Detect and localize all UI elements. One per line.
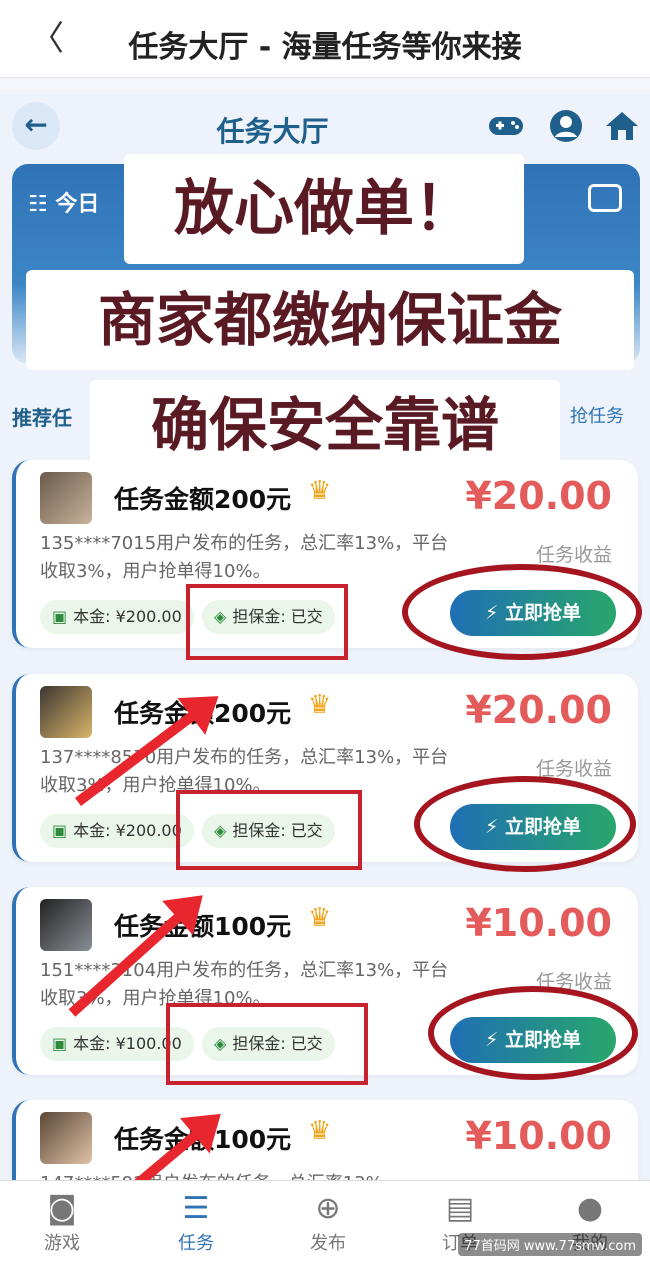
- task-card: 任务金额100元 ♛ ¥10.00 147****592用户发布的任务，总汇率1…: [12, 1100, 638, 1180]
- list-icon: ☰: [182, 1191, 210, 1226]
- task-price: ¥20.00: [465, 688, 612, 732]
- task-description: 135****7015用户发布的任务，总汇率13%，平台收取3%，用户抢单得10…: [40, 533, 449, 582]
- avatar: [40, 686, 92, 738]
- tab-recommended[interactable]: 推荐任: [12, 402, 72, 431]
- task-price: ¥20.00: [465, 474, 612, 518]
- plus-icon: ⊕: [315, 1191, 341, 1226]
- annotation-ellipse: [428, 986, 638, 1080]
- annotation-box: [176, 790, 362, 870]
- annotation-ellipse: [414, 776, 636, 872]
- annotation-ellipse: [402, 564, 642, 660]
- crown-icon: ♛: [308, 476, 332, 506]
- page-title: 任务大厅 - 海量任务等你来接: [128, 30, 522, 65]
- cash-icon: ▣: [52, 607, 68, 626]
- tab-publish[interactable]: ⊕ 发布: [278, 1189, 378, 1255]
- person-icon: ●: [576, 1191, 604, 1226]
- checklist-icon: ☷: [28, 192, 56, 217]
- user-circle-icon[interactable]: [546, 106, 586, 146]
- home-icon[interactable]: [602, 106, 642, 146]
- avatar: [40, 472, 92, 524]
- wallet-icon[interactable]: [588, 184, 622, 212]
- principal-badge: ▣ 本金: ¥200.00: [40, 600, 194, 634]
- annotation-box: [166, 1003, 368, 1085]
- banner-label: ☷ 今日: [28, 192, 100, 217]
- crown-icon: ♛: [308, 903, 332, 933]
- top-navigation-bar: 〈 任务大厅 - 海量任务等你来接: [0, 0, 650, 78]
- gamepad-icon: ◙: [47, 1191, 77, 1226]
- cash-icon: ▣: [52, 1034, 68, 1053]
- gamepad-icon[interactable]: [486, 106, 526, 146]
- bottom-tab-bar: ◙ 游戏 ☰ 任务 ⊕ 发布 ▤ 订单 ● 我的 77首码网 www.77smw.com: [0, 1180, 650, 1262]
- crown-icon: ♛: [308, 1116, 332, 1146]
- tab-tasks[interactable]: ☰ 任务: [146, 1189, 246, 1255]
- task-title: 任务金额200元: [114, 485, 292, 514]
- cash-icon: ▣: [52, 821, 68, 840]
- app-header-title: 任务大厅: [216, 115, 329, 148]
- tab-games[interactable]: ◙ 游戏: [12, 1189, 112, 1255]
- task-hall-app: ← 任务大厅 ☷ 今日 推荐任 抢任务 任务金额200元 ♛ ¥20.00 13…: [0, 90, 650, 1180]
- overlay-caption-1: 放心做单！: [124, 154, 524, 264]
- earning-label: 任务收益: [535, 544, 612, 566]
- crown-icon: ♛: [308, 690, 332, 720]
- overlay-caption-2: 商家都缴纳保证金: [26, 270, 634, 370]
- task-price: ¥10.00: [465, 901, 612, 945]
- watermark: 77首码网 www.77smw.com: [458, 1233, 642, 1256]
- overlay-caption-3: 确保安全靠谱: [90, 380, 560, 470]
- document-icon: ▤: [445, 1191, 475, 1226]
- task-description: 147****592用户发布的任务，总汇率13%: [40, 1170, 460, 1180]
- tab-grab-tasks[interactable]: 抢任务: [570, 402, 624, 428]
- task-price: ¥10.00: [465, 1114, 612, 1158]
- avatar: [40, 1112, 92, 1164]
- annotation-box: [186, 584, 348, 660]
- avatar: [40, 899, 92, 951]
- app-header: ← 任务大厅: [0, 90, 650, 160]
- principal-badge: ▣ 本金: ¥200.00: [40, 814, 194, 848]
